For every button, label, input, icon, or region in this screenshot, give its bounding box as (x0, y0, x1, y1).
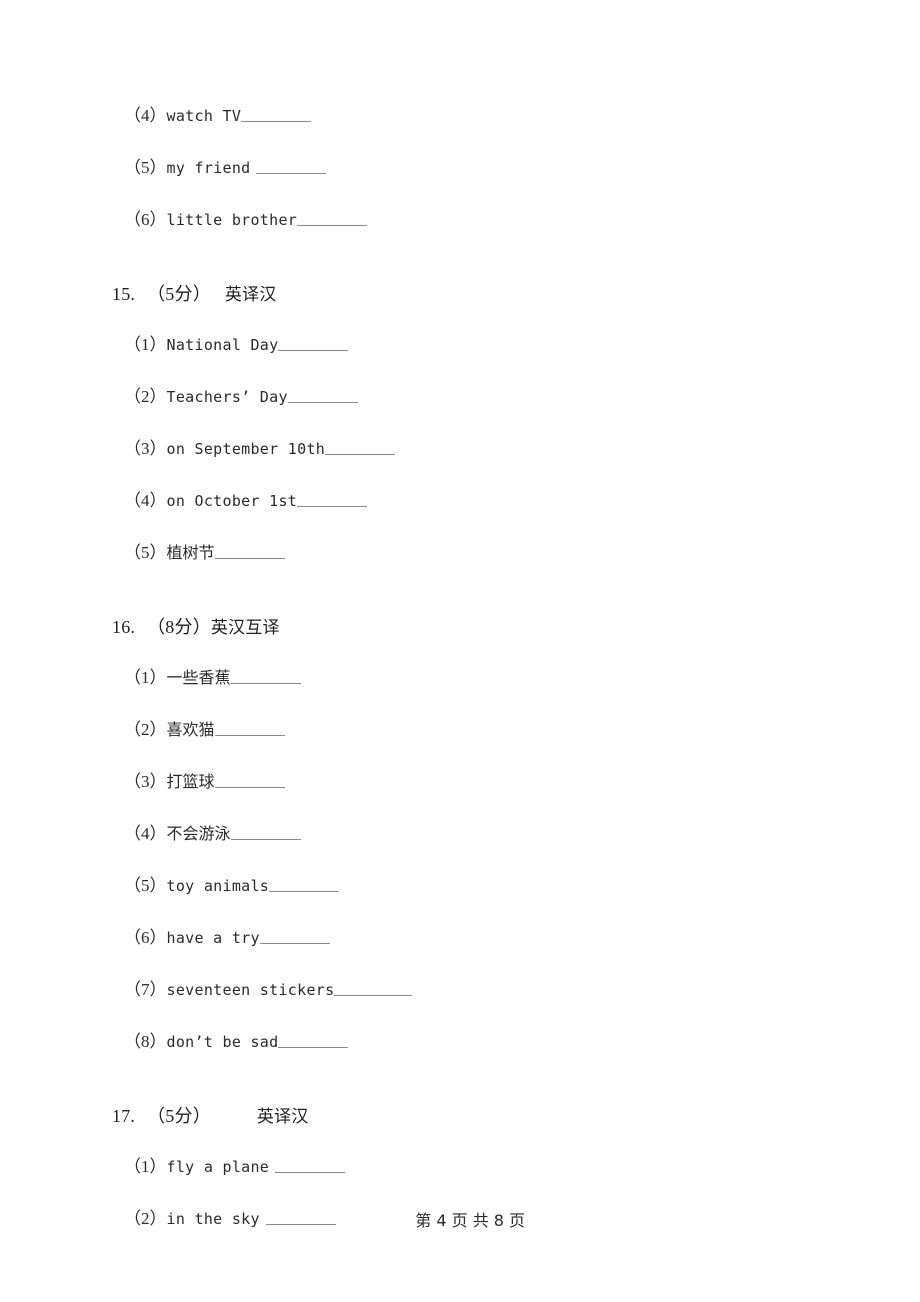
sub-item-text: Teachers’ Day (166, 388, 288, 406)
sub-item-text: National Day (166, 336, 279, 354)
question-items: （1）一些香蕉 （2）喜欢猫 （3）打篮球 （4）不会游泳 （5）toy animals… (112, 666, 812, 1054)
page-footer: 第 4 页 共 8 页 (0, 1188, 920, 1250)
sub-item-text: don’t be sad (166, 1033, 279, 1051)
sub-item-marker: （2） (124, 720, 167, 739)
sub-item-marker: （8） (124, 1032, 167, 1051)
question-number: 16. (112, 617, 136, 637)
sub-item-text: watch TV (166, 107, 242, 125)
sub-item-marker: （2） (124, 387, 167, 406)
question-sub-item: （6）little brother (112, 208, 812, 232)
question-sub-item: （1）National Day (112, 333, 812, 357)
continued-items-block: （4）watch TV （5）my friend （6）little brother (112, 104, 812, 232)
sub-item-marker: （3） (124, 439, 167, 458)
question-title: 英译汉 (224, 285, 277, 305)
question-sub-item: （4）watch TV (112, 104, 812, 128)
questions-block: 15. （5分） 英译汉 （1）National Day （2）Teachers’ Da… (112, 280, 812, 1231)
fill-in-blank[interactable] (230, 670, 301, 684)
page-number-label: 第 4 页 共 8 页 (415, 1211, 526, 1230)
question-sub-item: （5）植树节 (112, 541, 812, 565)
exam-page: （4）watch TV （5）my friend （6）little brother… (0, 0, 920, 1302)
sub-item-text: 植树节 (166, 543, 215, 562)
question-score: （5分） (147, 1106, 211, 1126)
sub-item-marker: （1） (124, 668, 167, 687)
question-heading: 15. （5分） 英译汉 (112, 280, 812, 309)
question-sub-item: （7）seventeen stickers (112, 978, 812, 1002)
fill-in-blank[interactable] (269, 878, 340, 892)
sub-item-text: 一些香蕉 (166, 668, 231, 687)
fill-in-blank[interactable] (325, 441, 396, 455)
sub-item-marker: （5） (124, 158, 167, 177)
question-sub-item: （5）my friend (112, 156, 812, 180)
question-block: 16. （8分）英汉互译 （1）一些香蕉 （2）喜欢猫 （3）打篮球 （4）不会游泳 （5）… (112, 613, 812, 1054)
question-sub-item: （5）toy animals (112, 874, 812, 898)
fill-in-blank[interactable] (256, 160, 327, 174)
fill-in-blank[interactable] (334, 982, 413, 996)
question-sub-item: （2）Teachers’ Day (112, 385, 812, 409)
question-block: 15. （5分） 英译汉 （1）National Day （2）Teachers’ Da… (112, 280, 812, 565)
fill-in-blank[interactable] (214, 774, 285, 788)
question-sub-item: （1）fly a plane (112, 1155, 812, 1179)
question-sub-item: （3）on September 10th (112, 437, 812, 461)
sub-item-text: my friend (166, 159, 251, 177)
sub-item-marker: （6） (124, 928, 167, 947)
sub-item-text: have a try (166, 929, 260, 947)
sub-item-marker: （3） (124, 772, 167, 791)
fill-in-blank[interactable] (278, 337, 349, 351)
sub-item-text: 打篮球 (166, 772, 215, 791)
sub-item-marker: （5） (124, 543, 167, 562)
sub-item-text: 喜欢猫 (166, 720, 215, 739)
question-sub-item: （8）don’t be sad (112, 1030, 812, 1054)
question-sub-item: （1）一些香蕉 (112, 666, 812, 690)
question-number: 17. (112, 1106, 136, 1126)
sub-item-marker: （4） (124, 491, 167, 510)
fill-in-blank[interactable] (230, 826, 301, 840)
question-title: 英汉互译 (210, 618, 280, 638)
question-items: （1）National Day （2）Teachers’ Day （3）on Sep… (112, 333, 812, 565)
question-heading: 17. （5分） 英译汉 (112, 1102, 812, 1131)
sub-item-text: 不会游泳 (166, 824, 231, 843)
fill-in-blank[interactable] (297, 493, 368, 507)
fill-in-blank[interactable] (287, 389, 358, 403)
sub-item-marker: （4） (124, 106, 167, 125)
question-sub-item: （3）打篮球 (112, 770, 812, 794)
fill-in-blank[interactable] (297, 212, 368, 226)
question-heading: 16. （8分）英汉互译 (112, 613, 812, 642)
sub-item-marker: （1） (124, 1157, 167, 1176)
question-sub-item: （6）have a try (112, 926, 812, 950)
fill-in-blank[interactable] (259, 930, 330, 944)
sub-item-marker: （7） (124, 980, 167, 999)
question-sub-item: （4）on October 1st (112, 489, 812, 513)
sub-item-text: little brother (166, 211, 298, 229)
fill-in-blank[interactable] (278, 1034, 349, 1048)
sub-item-text: toy animals (166, 877, 270, 895)
sub-item-text: on October 1st (166, 492, 298, 510)
fill-in-blank[interactable] (275, 1159, 346, 1173)
fill-in-blank[interactable] (214, 722, 285, 736)
question-title: 英译汉 (256, 1107, 309, 1127)
question-sub-item: （4）不会游泳 (112, 822, 812, 846)
sub-item-text: fly a plane (166, 1158, 270, 1176)
fill-in-blank[interactable] (214, 545, 285, 559)
page-content: （4）watch TV （5）my friend （6）little brother… (112, 104, 812, 1231)
question-sub-item: （2）喜欢猫 (112, 718, 812, 742)
sub-item-marker: （5） (124, 876, 167, 895)
question-score: （8分） (147, 617, 211, 637)
sub-item-marker: （4） (124, 824, 167, 843)
sub-item-text: seventeen stickers (166, 981, 335, 999)
sub-item-text: on September 10th (166, 440, 326, 458)
fill-in-blank[interactable] (241, 108, 312, 122)
sub-item-marker: （1） (124, 335, 167, 354)
question-number: 15. (112, 284, 136, 304)
sub-item-marker: （6） (124, 210, 167, 229)
question-score: （5分） (147, 284, 211, 304)
